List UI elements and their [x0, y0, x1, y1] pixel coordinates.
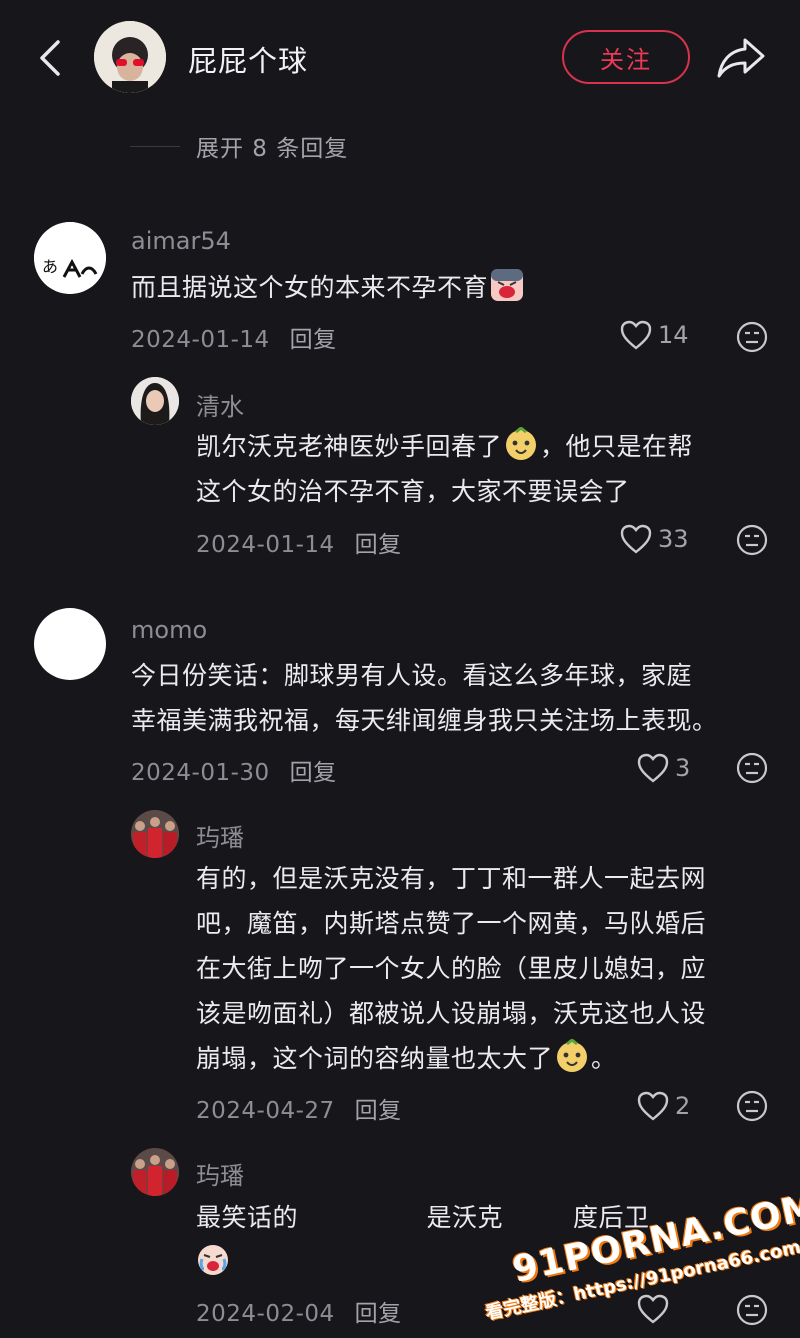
comment-date: 2024-01-30 — [131, 760, 270, 786]
reply-button[interactable]: 回复 — [355, 532, 402, 558]
reply-meta: 2024-04-27 回复 — [196, 1091, 402, 1125]
heart-icon — [637, 1294, 669, 1324]
comment-text: 今日份笑话：脚球男有人设。看这么多年球，家庭 幸福美满我祝福，每天绯闻缠身我只关… — [131, 653, 718, 743]
like-button[interactable] — [637, 1294, 675, 1324]
dislike-face-icon[interactable] — [736, 1090, 768, 1122]
like-button[interactable]: 33 — [620, 524, 689, 554]
expand-replies-label: 展开 8 条回复 — [196, 136, 349, 162]
avatar[interactable] — [131, 377, 179, 425]
like-count: 3 — [675, 754, 691, 782]
like-button[interactable]: 3 — [637, 753, 690, 783]
dislike-face-icon[interactable] — [736, 1294, 768, 1326]
comment-text-line: 今日份笑话：脚球男有人设。看这么多年球，家庭 — [131, 661, 693, 690]
avatar[interactable]: あ — [34, 222, 106, 294]
reply-date: 2024-01-14 — [196, 532, 335, 558]
comment-username[interactable]: momo — [131, 616, 207, 644]
like-button[interactable]: 14 — [620, 320, 689, 350]
heart-icon — [620, 320, 652, 350]
back-chevron-icon[interactable] — [30, 36, 70, 80]
svg-text:あ: あ — [42, 257, 58, 276]
reply-meta: 2024-01-14 回复 — [196, 525, 402, 559]
smile-emoji-icon — [557, 1039, 588, 1072]
expand-replies-link[interactable]: 展开 8 条回复 — [130, 128, 348, 164]
like-count: 33 — [658, 525, 689, 553]
reply-text: 最笑话的 是沃克 度后卫 — [196, 1195, 650, 1285]
reply-text-line: ，他只是在帮 — [540, 432, 694, 461]
heart-icon — [637, 1091, 669, 1121]
divider-line — [130, 145, 180, 147]
like-button[interactable]: 2 — [637, 1091, 690, 1121]
avatar[interactable] — [131, 1148, 179, 1196]
smile-emoji-icon — [506, 427, 537, 460]
reply-username[interactable]: 玙璠 — [196, 1156, 244, 1191]
heart-icon — [637, 753, 669, 783]
reply-date: 2024-04-27 — [196, 1098, 335, 1124]
reply-text-part: 度后卫 — [572, 1203, 650, 1232]
comment-text: 而且据说这个女的本来不孕不育 — [131, 265, 526, 310]
comment-date: 2024-01-14 — [131, 327, 270, 353]
reply-text-end: 。 — [591, 1044, 617, 1073]
reply-button[interactable]: 回复 — [290, 760, 337, 786]
like-count: 2 — [675, 1092, 691, 1120]
top-bar: 屁屁个球 关注 — [0, 0, 800, 115]
reply-text: 凯尔沃克老神医妙手回春了 ，他只是在帮 这个女的治不孕不育，大家不要误会了 — [196, 424, 693, 514]
like-count: 14 — [658, 321, 689, 349]
avatar[interactable] — [131, 810, 179, 858]
reply-text-line: 吧，魔笛，内斯塔点赞了一个网黄，马队婚后 — [196, 909, 707, 938]
reply-text-part: 最笑话的 — [196, 1203, 299, 1232]
reply-text-part: 是沃克 — [426, 1203, 503, 1232]
reply-text-line: 该是吻面礼）都被说人设崩塌，沃克这也人设 — [196, 999, 707, 1028]
follow-button[interactable]: 关注 — [562, 30, 690, 84]
reply-button[interactable]: 回复 — [355, 1098, 402, 1124]
crying-emoji-icon — [491, 269, 524, 301]
reply-text-line: 有的，但是沃克没有，丁丁和一群人一起去网 — [196, 864, 707, 893]
reply-button[interactable]: 回复 — [355, 1301, 402, 1327]
reply-text-line: 凯尔沃克老神医妙手回春了 — [196, 432, 503, 461]
reply-text-line: 在大街上吻了一个女人的脸（里皮儿媳妇，应 — [196, 954, 707, 983]
reply-username[interactable]: 玙璠 — [196, 818, 244, 853]
share-arrow-icon[interactable] — [715, 34, 767, 80]
dislike-face-icon[interactable] — [736, 524, 768, 556]
reply-text-line: 这个女的治不孕不育，大家不要误会了 — [196, 477, 630, 506]
author-name: 屁屁个球 — [188, 44, 309, 78]
avatar[interactable] — [34, 608, 106, 680]
heart-icon — [620, 524, 652, 554]
reply-date: 2024-02-04 — [196, 1301, 335, 1327]
comment-text-line: 幸福美满我祝福，每天绯闻缠身我只关注场上表现。 — [131, 706, 718, 735]
reply-text: 有的，但是沃克没有，丁丁和一群人一起去网 吧，魔笛，内斯塔点赞了一个网黄，马队婚… — [196, 856, 706, 1081]
reply-username[interactable]: 清水 — [196, 387, 244, 422]
dislike-face-icon[interactable] — [736, 752, 768, 784]
comment-meta: 2024-01-14 回复 — [131, 320, 337, 354]
reply-button[interactable]: 回复 — [290, 327, 337, 353]
author-avatar[interactable] — [94, 21, 166, 93]
comment-username[interactable]: aimar54 — [131, 227, 231, 255]
comment-text-body: 而且据说这个女的本来不孕不育 — [131, 273, 489, 302]
reply-meta: 2024-02-04 回复 — [196, 1294, 402, 1328]
dislike-face-icon[interactable] — [736, 321, 768, 353]
reply-text-line: 崩塌，这个词的容纳量也太大了 — [196, 1044, 554, 1073]
crying-emoji-icon — [198, 1245, 228, 1275]
comment-meta: 2024-01-30 回复 — [131, 753, 337, 787]
